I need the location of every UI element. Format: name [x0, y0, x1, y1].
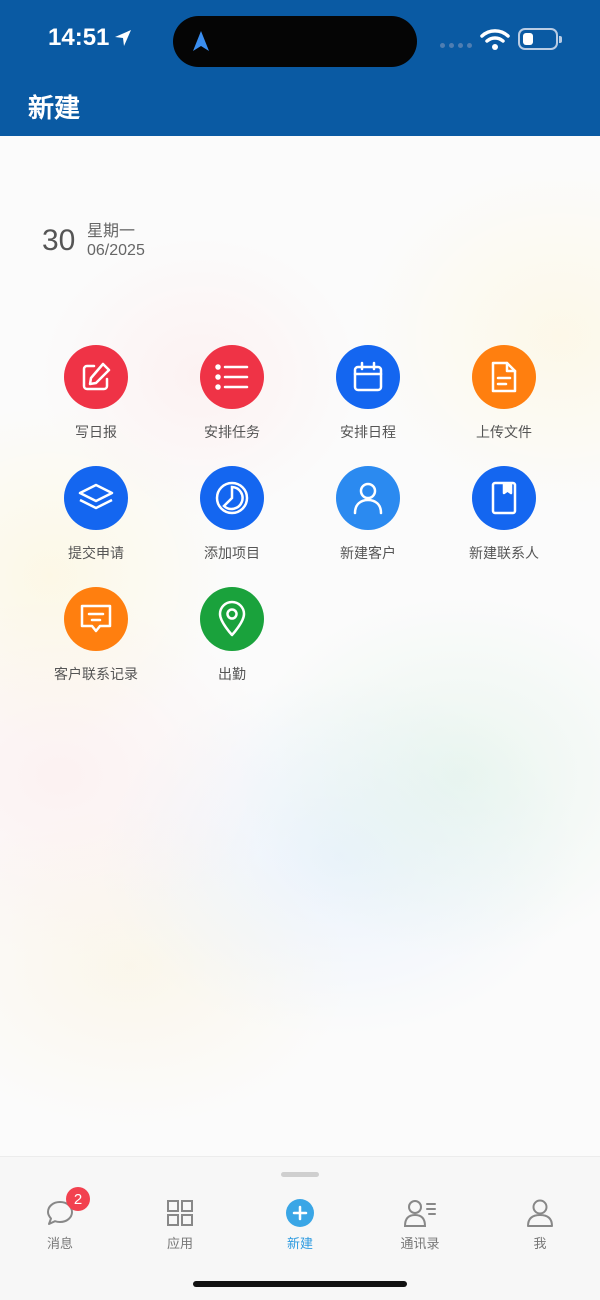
- action-submit-application[interactable]: 提交申请: [28, 466, 164, 576]
- message-icon: [80, 604, 112, 633]
- tab-label: 消息: [46, 1237, 73, 1252]
- dynamic-island: [173, 16, 417, 67]
- date-day: 30: [42, 224, 76, 257]
- tab-label: 通讯录: [400, 1237, 440, 1252]
- plus-circle-icon: [286, 1199, 314, 1227]
- tab-contacts[interactable]: 通讯录: [360, 1197, 480, 1257]
- location-arrow-icon: [115, 30, 132, 46]
- grid-icon: [167, 1200, 193, 1226]
- user-icon: [353, 482, 383, 515]
- main-content: 30 星期一 06/2025 写日报 安排任务 安排日程 上传文件 提交申请 添…: [0, 136, 600, 1156]
- action-write-daily-report[interactable]: 写日报: [28, 345, 164, 455]
- action-icon-circle: [472, 466, 536, 530]
- action-label: 安排任务: [204, 425, 260, 441]
- action-label: 客户联系记录: [54, 667, 138, 683]
- date-weekday: 星期一: [87, 221, 136, 240]
- tab-me[interactable]: 我: [480, 1197, 600, 1257]
- tab-label: 我: [533, 1237, 547, 1252]
- action-label: 添加项目: [204, 546, 260, 562]
- action-attendance[interactable]: 出勤: [164, 587, 300, 697]
- action-icon-circle: [64, 466, 128, 530]
- action-assign-task[interactable]: 安排任务: [164, 345, 300, 455]
- tab-messages[interactable]: 2 消息: [0, 1187, 120, 1257]
- page-title: 新建: [28, 94, 81, 124]
- tab-icon-wrap: [524, 1197, 556, 1229]
- wifi-icon: [480, 29, 510, 50]
- action-icon-circle: [64, 587, 128, 651]
- tab-apps[interactable]: 应用: [120, 1197, 240, 1257]
- battery-icon: [518, 28, 562, 50]
- header-bar: 14:51 新建: [0, 0, 600, 136]
- status-time: 14:51: [48, 24, 133, 52]
- action-icon-circle: [200, 587, 264, 651]
- contact-book-icon: [491, 481, 517, 515]
- list-icon: [215, 364, 249, 390]
- action-label: 新建联系人: [469, 546, 539, 562]
- calendar-icon: [353, 361, 383, 392]
- action-customer-contact-record[interactable]: 客户联系记录: [28, 587, 164, 697]
- tab-icon-wrap: 2: [44, 1187, 90, 1229]
- action-label: 出勤: [218, 667, 246, 683]
- tab-icon-wrap: [164, 1197, 196, 1229]
- action-icon-circle: [200, 466, 264, 530]
- layers-icon: [78, 483, 114, 510]
- location-pin-icon: [218, 600, 246, 637]
- action-new-contact[interactable]: 新建联系人: [436, 466, 572, 576]
- drag-handle[interactable]: [281, 1172, 319, 1177]
- action-schedule[interactable]: 安排日程: [300, 345, 436, 455]
- home-indicator[interactable]: [193, 1281, 407, 1287]
- action-icon-circle: [336, 466, 400, 530]
- action-label: 写日报: [75, 425, 117, 441]
- action-add-project[interactable]: 添加项目: [164, 466, 300, 576]
- action-label: 新建客户: [340, 546, 396, 562]
- action-new-customer[interactable]: 新建客户: [300, 466, 436, 576]
- tab-label: 应用: [166, 1237, 193, 1252]
- action-icon-circle: [64, 345, 128, 409]
- navigation-arrow-icon: [193, 31, 209, 51]
- action-upload-file[interactable]: 上传文件: [436, 345, 572, 455]
- date-month-year: 06/2025: [87, 242, 145, 259]
- tab-icon-wrap: [404, 1197, 436, 1229]
- file-icon: [491, 361, 517, 393]
- action-label: 安排日程: [340, 425, 396, 441]
- tab-icon-wrap: [284, 1197, 316, 1229]
- bottom-tab-bar: 2 消息 应用 新建 通讯录 我: [0, 1156, 600, 1300]
- action-icon-circle: [336, 345, 400, 409]
- action-label: 上传文件: [476, 425, 532, 441]
- status-bar: 14:51: [0, 0, 600, 80]
- action-label: 提交申请: [68, 546, 124, 562]
- edit-icon: [82, 362, 111, 391]
- unread-badge: 2: [66, 1187, 90, 1211]
- person-icon: [527, 1199, 553, 1227]
- status-time-text: 14:51: [48, 24, 110, 51]
- action-icon-circle: [200, 345, 264, 409]
- action-icon-circle: [472, 345, 536, 409]
- tab-new[interactable]: 新建: [240, 1197, 360, 1257]
- pie-icon: [215, 481, 249, 515]
- tab-label: 新建: [286, 1237, 313, 1252]
- cellular-signal-icon: [440, 43, 472, 48]
- contacts-icon: [404, 1200, 436, 1227]
